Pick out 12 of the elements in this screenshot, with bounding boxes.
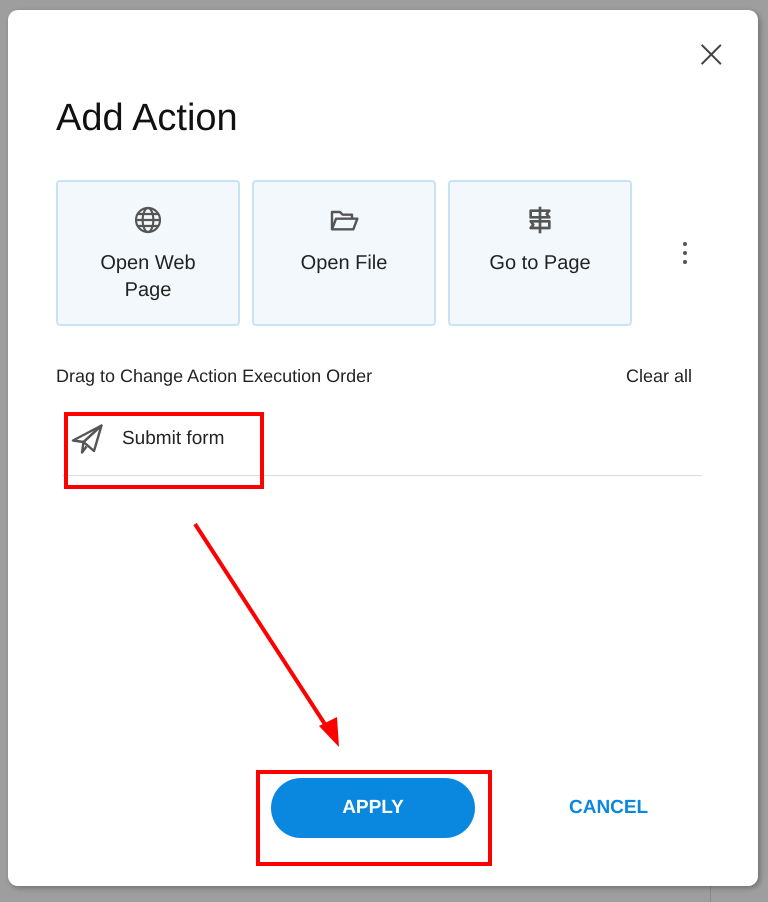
clear-all-button[interactable]: Clear all	[626, 366, 692, 387]
action-card[interactable]: Open File	[252, 180, 436, 326]
action-label[interactable]: Submit form	[122, 428, 224, 450]
dialog-title: Add Action	[56, 98, 239, 138]
globe-icon	[132, 204, 164, 236]
cancel-button[interactable]: CANCEL	[569, 797, 648, 819]
close-button[interactable]: ×	[690, 34, 732, 74]
apply-button[interactable]: APPLY	[271, 778, 475, 838]
action-card[interactable]: Open Web Page	[56, 180, 240, 326]
action-card[interactable]: Go to Page	[448, 180, 632, 326]
section-label: Drag to Change Action Execution Order	[56, 366, 372, 387]
more-icon[interactable]	[682, 242, 688, 264]
